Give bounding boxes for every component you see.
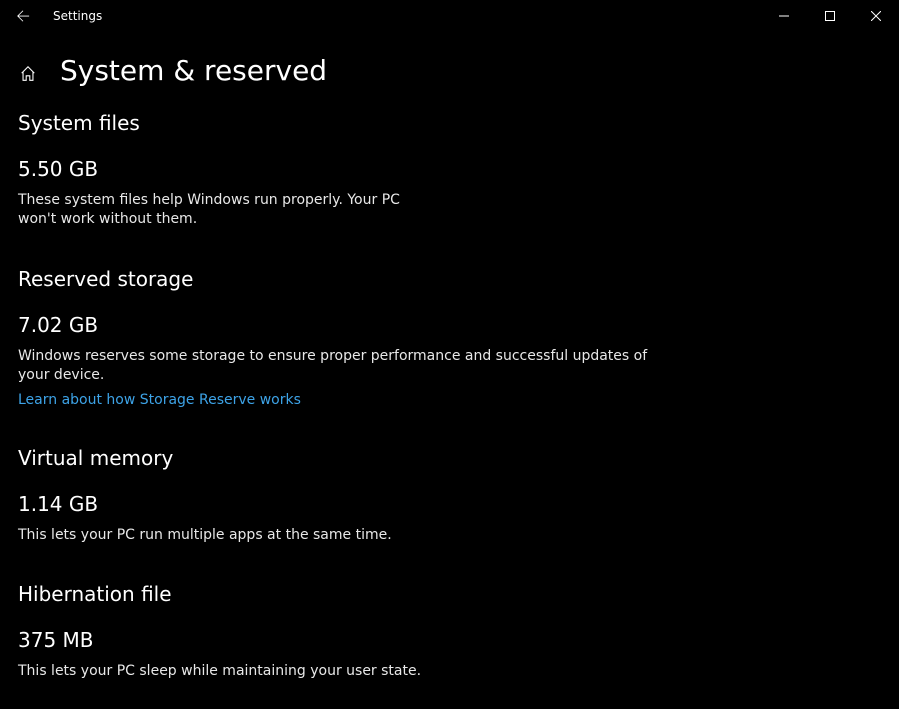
system-files-value: 5.50 GB [18,157,881,181]
arrow-left-icon [16,9,30,23]
home-icon [19,65,37,83]
window-controls [761,0,899,32]
section-system-files: System files 5.50 GB These system files … [18,111,881,229]
minimize-button[interactable] [761,0,807,32]
maximize-button[interactable] [807,0,853,32]
back-button[interactable] [0,0,45,32]
section-heading: Reserved storage [18,267,881,291]
section-heading: System files [18,111,881,135]
virtual-memory-value: 1.14 GB [18,492,881,516]
system-files-desc: These system files help Windows run prop… [18,191,438,229]
titlebar: Settings [0,0,899,32]
hibernation-file-desc: This lets your PC sleep while maintainin… [18,662,658,681]
section-heading: Hibernation file [18,582,881,606]
window-title: Settings [53,9,102,23]
content-area: System files 5.50 GB These system files … [0,101,899,681]
reserved-storage-value: 7.02 GB [18,313,881,337]
storage-reserve-link[interactable]: Learn about how Storage Reserve works [18,392,301,408]
page-title: System & reserved [60,54,327,87]
home-button[interactable] [18,64,38,84]
close-icon [871,11,881,21]
section-virtual-memory: Virtual memory 1.14 GB This lets your PC… [18,446,881,545]
page-header: System & reserved [0,32,899,101]
hibernation-file-value: 375 MB [18,628,881,652]
reserved-storage-desc: Windows reserves some storage to ensure … [18,347,658,385]
close-button[interactable] [853,0,899,32]
section-heading: Virtual memory [18,446,881,470]
minimize-icon [779,11,789,21]
section-hibernation-file: Hibernation file 375 MB This lets your P… [18,582,881,681]
section-reserved-storage: Reserved storage 7.02 GB Windows reserve… [18,267,881,408]
maximize-icon [825,11,835,21]
virtual-memory-desc: This lets your PC run multiple apps at t… [18,526,658,545]
